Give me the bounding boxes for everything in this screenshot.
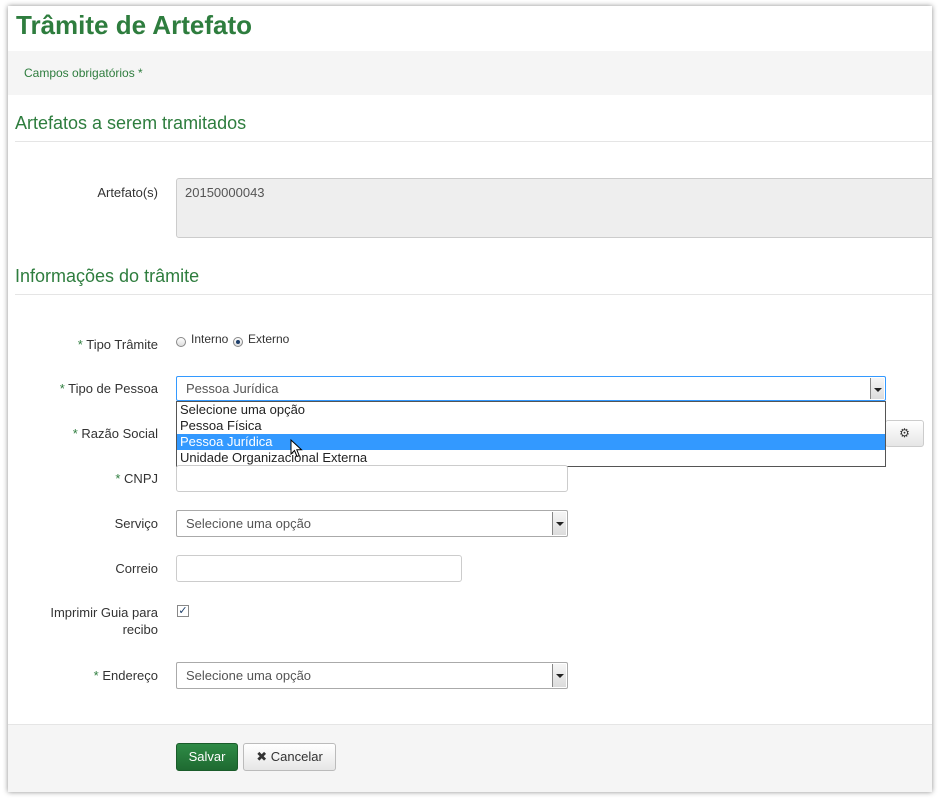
artefatos-field: 20150000043 <box>176 178 932 238</box>
form-actions-bar <box>8 724 932 792</box>
gear-icon: ⚙ <box>899 426 910 440</box>
dropdown-option[interactable]: Unidade Organizacional Externa <box>177 450 885 466</box>
dropdown-option[interactable]: Pessoa Física <box>177 418 885 434</box>
divider <box>15 294 932 295</box>
tipo-tramite-label: * Tipo Trâmite <box>77 337 158 352</box>
artefatos-label: Artefato(s) <box>97 185 158 200</box>
required-fields-note: Campos obrigatórios * <box>24 66 143 80</box>
tipo-pessoa-label: * Tipo de Pessoa <box>59 381 158 396</box>
tipo-pessoa-dropdown-list: Selecione uma opção Pessoa Física Pessoa… <box>176 401 886 467</box>
section-title-artefatos: Artefatos a serem tramitados <box>15 113 247 133</box>
page-title: Trâmite de Artefato <box>16 10 252 40</box>
main-panel: Trâmite de Artefato Campos obrigatórios … <box>8 6 932 792</box>
servico-label: Serviço <box>114 516 158 531</box>
endereco-label: * Endereço <box>93 668 158 683</box>
razao-social-label: * Razão Social <box>72 426 158 441</box>
imprimir-guia-checkbox[interactable]: ✓ <box>177 605 189 617</box>
cnpj-input[interactable] <box>176 465 568 492</box>
endereco-value: Selecione uma opção <box>186 668 312 683</box>
required-marker: * <box>77 337 83 352</box>
correio-label: Correio <box>115 561 158 576</box>
cancel-button-label: Cancelar <box>270 749 323 764</box>
mouse-cursor-icon <box>290 439 303 458</box>
artefatos-value: 20150000043 <box>185 185 265 200</box>
razao-social-search-button[interactable]: ⚙ <box>885 420 924 447</box>
required-marker: * <box>59 381 65 396</box>
imprimir-guia-label: Imprimir Guia para recibo <box>50 605 158 637</box>
endereco-select[interactable]: Selecione uma opção <box>176 662 568 689</box>
required-marker: * <box>93 668 99 683</box>
required-marker: * <box>115 471 121 486</box>
dropdown-option-selected[interactable]: Pessoa Jurídica <box>177 434 885 450</box>
chevron-down-icon[interactable] <box>552 664 566 687</box>
tipo-pessoa-select[interactable]: Pessoa Jurídica <box>176 376 886 401</box>
section-title-informacoes: Informações do trâmite <box>15 266 200 286</box>
required-fields-bar <box>8 51 932 95</box>
servico-value: Selecione uma opção <box>186 516 312 531</box>
chevron-down-icon[interactable] <box>870 378 884 399</box>
radio-externo-label: Externo <box>248 332 290 346</box>
close-icon: ✖ <box>256 749 268 764</box>
save-button[interactable]: Salvar <box>176 743 238 771</box>
dropdown-option[interactable]: Selecione uma opção <box>177 402 885 418</box>
cancel-button[interactable]: ✖ Cancelar <box>243 743 336 771</box>
cnpj-label: * CNPJ <box>115 471 158 486</box>
radio-externo[interactable] <box>233 337 243 347</box>
chevron-down-icon[interactable] <box>552 512 566 535</box>
radio-interno-label: Interno <box>191 332 229 346</box>
tipo-pessoa-value: Pessoa Jurídica <box>186 381 279 396</box>
radio-interno[interactable] <box>176 337 186 347</box>
divider <box>15 141 932 142</box>
correio-input[interactable] <box>176 555 462 582</box>
required-marker: * <box>72 426 78 441</box>
servico-select[interactable]: Selecione uma opção <box>176 510 568 537</box>
